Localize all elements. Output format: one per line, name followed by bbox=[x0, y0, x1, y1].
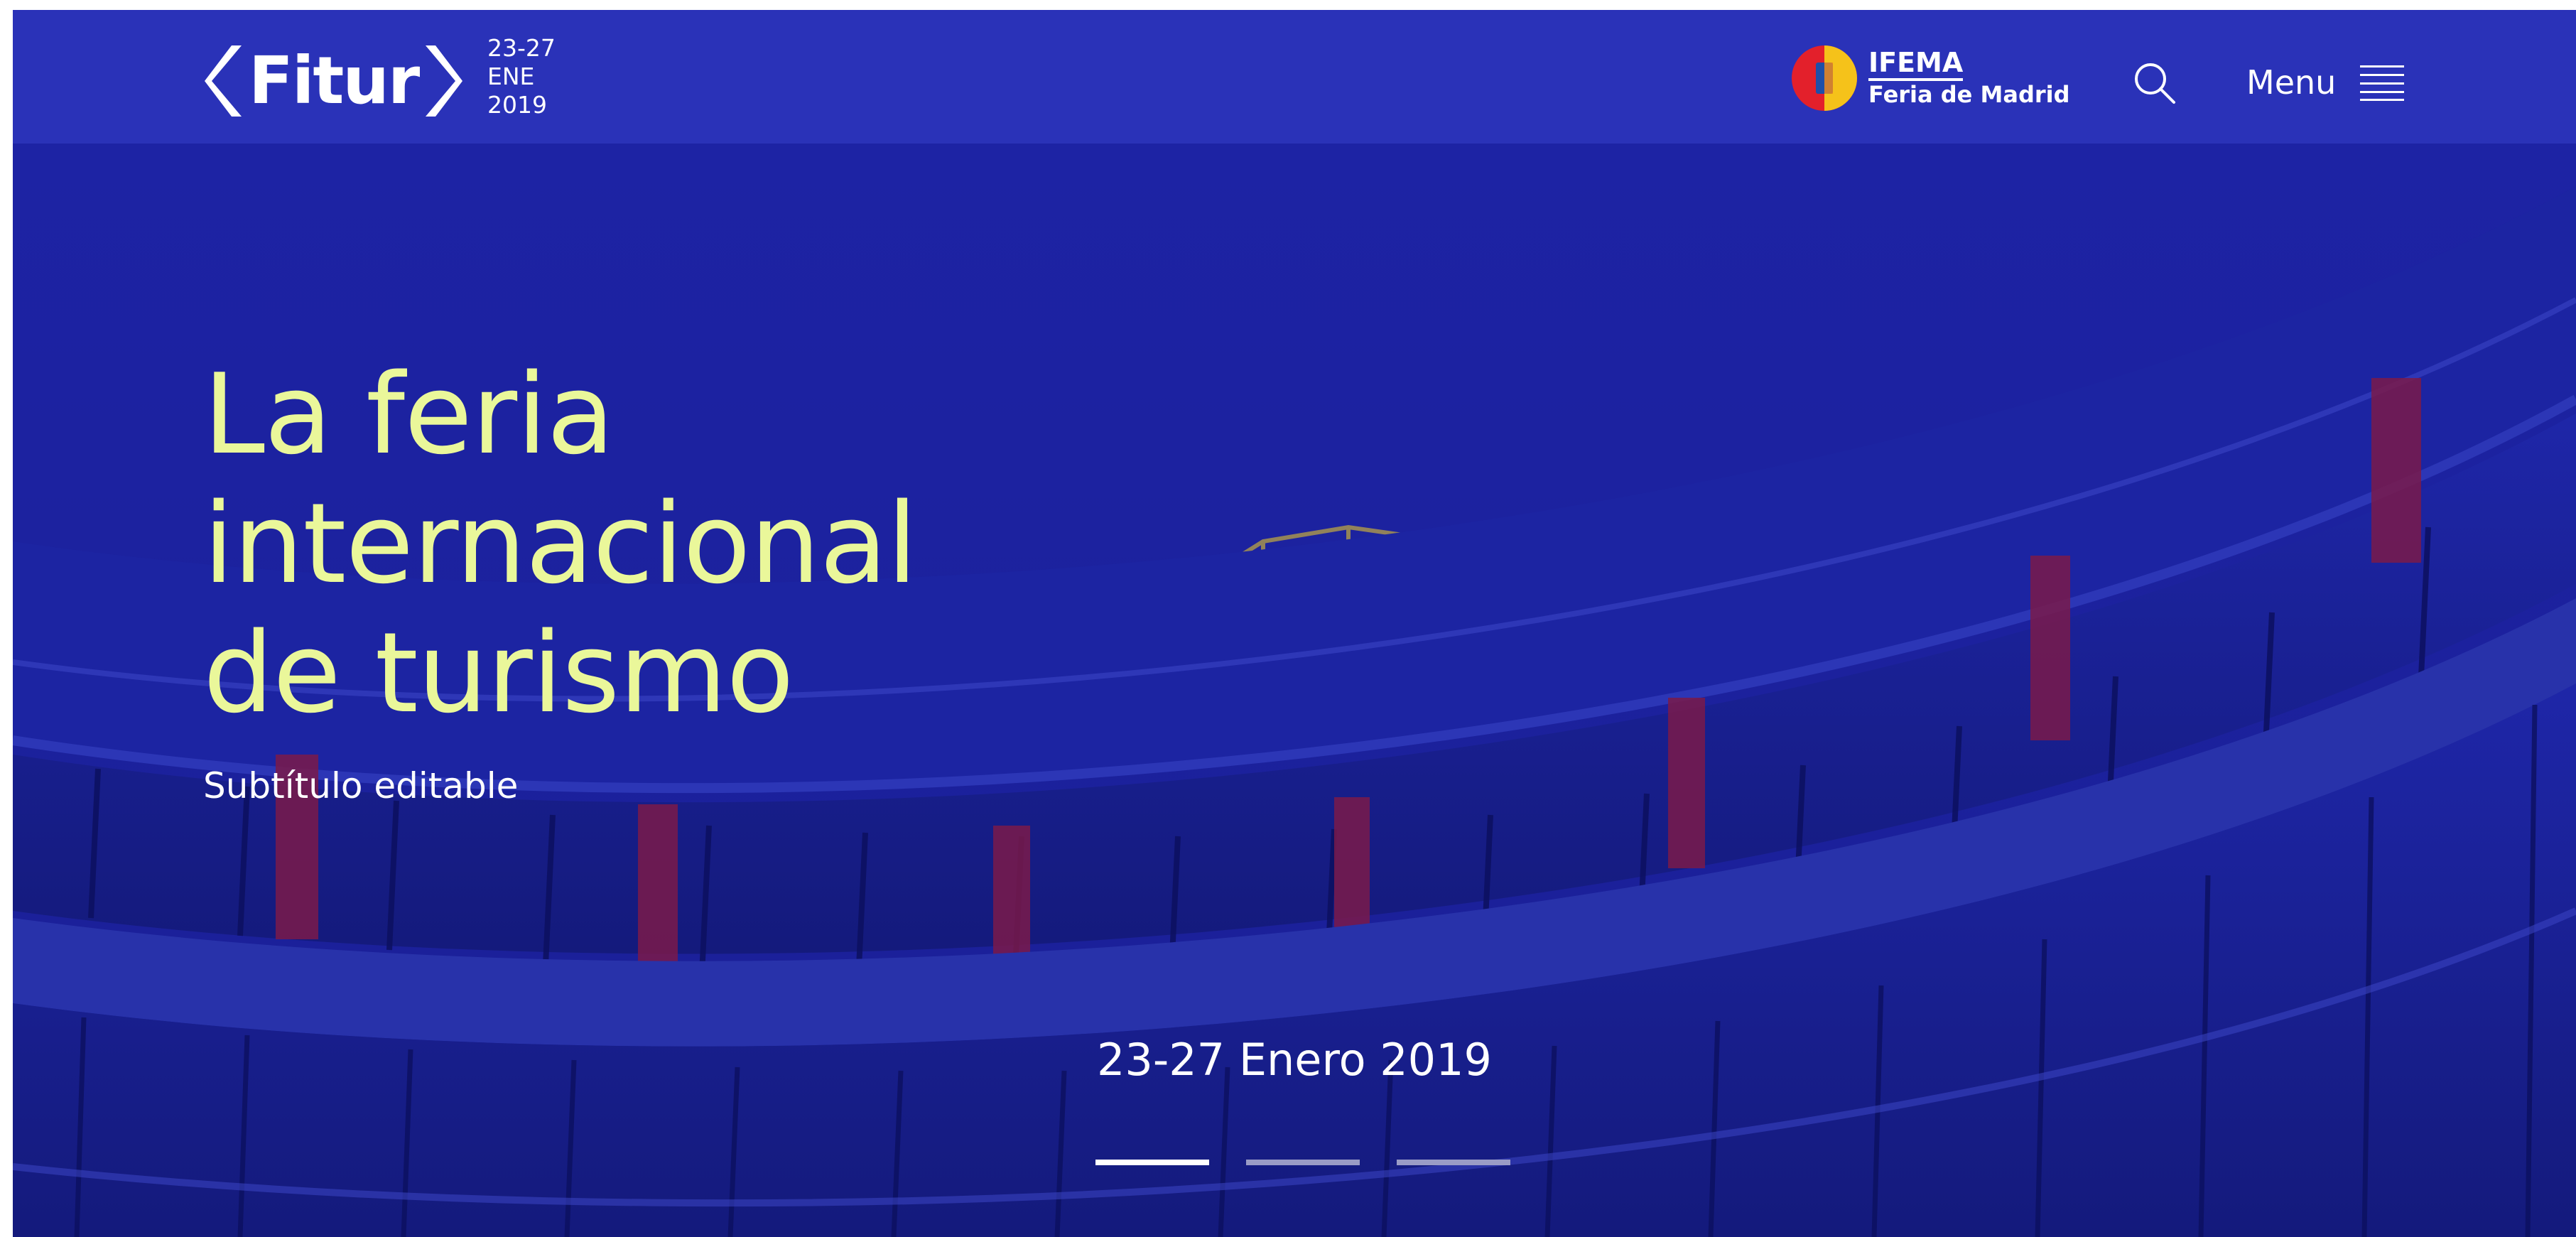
fitur-logo[interactable]: Fitur bbox=[203, 41, 464, 121]
ifema-title: IFEMA bbox=[1868, 48, 1964, 81]
site-header: Fitur 23-27 ENE 2019 IFEMA Feria de Madr… bbox=[13, 10, 2576, 144]
headline-line-2: internacional bbox=[203, 479, 918, 608]
headline-line-1: La feria bbox=[203, 350, 615, 479]
dates-month: ENE bbox=[487, 63, 535, 90]
event-dates: 23-27 ENE 2019 bbox=[487, 34, 556, 119]
slide-indicator-3[interactable] bbox=[1397, 1160, 1510, 1165]
hero-headline: La feria internacional de turismo bbox=[203, 350, 918, 738]
search-icon[interactable] bbox=[2131, 60, 2177, 105]
headline-line-3: de turismo bbox=[203, 608, 794, 738]
logo-text: Fitur bbox=[249, 43, 420, 119]
hero-banner: La feria internacional de turismo Subtít… bbox=[13, 144, 2576, 1237]
page-frame: Fitur 23-27 ENE 2019 IFEMA Feria de Madr… bbox=[13, 10, 2576, 1237]
menu-button[interactable]: Menu bbox=[2246, 61, 2405, 104]
slide-indicator-1[interactable] bbox=[1095, 1160, 1209, 1165]
hero-event-date: 23-27 Enero 2019 bbox=[1096, 1034, 1493, 1086]
dates-days: 23-27 bbox=[487, 34, 556, 62]
logo-right-chevron-icon bbox=[426, 45, 463, 117]
menu-label: Menu bbox=[2246, 63, 2337, 102]
slide-indicator-2[interactable] bbox=[1246, 1160, 1360, 1165]
ifema-text: IFEMA Feria de Madrid bbox=[1868, 48, 2070, 108]
logo-left-chevron-icon bbox=[205, 45, 242, 117]
ifema-mark-icon bbox=[1792, 45, 1857, 111]
slider-pagination bbox=[1095, 1160, 1547, 1165]
dates-year: 2019 bbox=[487, 91, 547, 119]
hero-subtitle: Subtítulo editable bbox=[203, 765, 519, 806]
ifema-subtitle: Feria de Madrid bbox=[1868, 81, 2070, 108]
hamburger-icon bbox=[2360, 65, 2405, 101]
ifema-logo[interactable]: IFEMA Feria de Madrid bbox=[1790, 44, 2070, 112]
